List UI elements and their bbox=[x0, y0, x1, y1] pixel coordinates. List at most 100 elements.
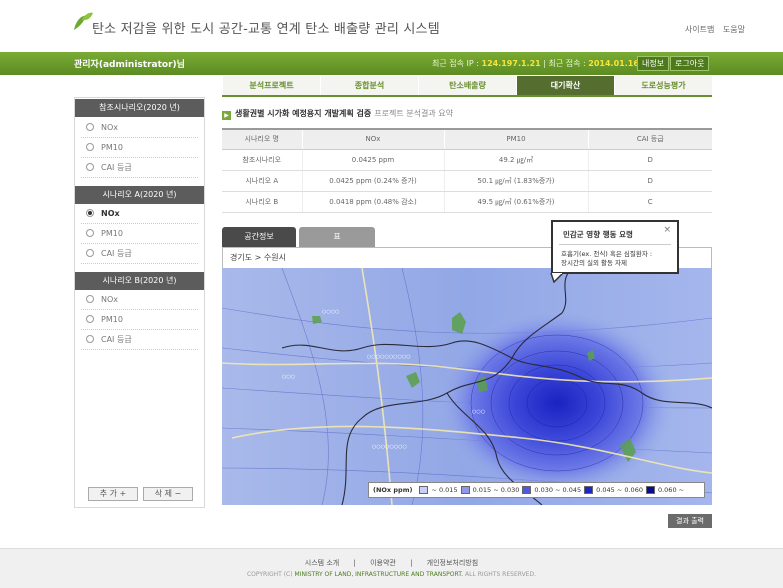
popup-title: 민감군 영향 행동 요령 bbox=[563, 230, 633, 239]
option-a-pm10[interactable]: PM10 bbox=[81, 224, 198, 244]
option-label: NOx bbox=[101, 123, 119, 132]
tab-road-performance[interactable]: 도로성능평가 bbox=[614, 76, 712, 95]
popup-body-line: 장시간의 실외 활동 자제 bbox=[561, 259, 627, 267]
radio-icon[interactable] bbox=[86, 143, 94, 151]
leaf-logo-icon bbox=[74, 12, 93, 30]
close-icon[interactable]: × bbox=[663, 225, 671, 235]
radio-icon[interactable] bbox=[86, 229, 94, 237]
tab-spatial-info[interactable]: 공간정보 bbox=[222, 227, 296, 247]
radio-icon[interactable] bbox=[86, 315, 94, 323]
table-cell: 49.5 ㎍/㎥ (0.61%증가) bbox=[443, 191, 588, 213]
copyright-suffix: ALL RIGHTS RESERVED. bbox=[465, 571, 537, 578]
column-header: NOx bbox=[301, 128, 444, 150]
radio-icon[interactable] bbox=[86, 163, 94, 171]
sitemap-link[interactable]: 사이트맵 bbox=[685, 25, 714, 34]
legend-label: ~ 0.015 bbox=[431, 486, 458, 494]
table-cell: 0.0425 ppm (0.24% 증가) bbox=[301, 170, 444, 192]
legend-swatch bbox=[419, 486, 429, 494]
arrow-right-icon: ▶ bbox=[222, 111, 231, 120]
option-ref-nox[interactable]: NOx bbox=[81, 118, 198, 138]
ip-label: 최근 접속 IP : bbox=[432, 59, 479, 68]
group-b-title: 시나리오 B(2020 년) bbox=[75, 272, 204, 290]
svg-text:○○○○○○○○○○: ○○○○○○○○○○ bbox=[367, 354, 411, 360]
option-b-pm10[interactable]: PM10 bbox=[81, 310, 198, 330]
dispersion-map[interactable]: ○○○○ ○○○○○○○○○○ ○○○ ○○○○○○○○ ○○○ bbox=[222, 268, 712, 505]
my-info-button[interactable]: 내정보 bbox=[637, 56, 670, 71]
column-header: 시나리오 명 bbox=[222, 128, 302, 150]
print-result-button[interactable]: 결과 출력 bbox=[668, 514, 712, 528]
tab-air-dispersion[interactable]: 대기확산 bbox=[516, 76, 614, 95]
help-link[interactable]: 도움말 bbox=[723, 25, 745, 34]
add-scenario-button[interactable]: 추 가 + bbox=[88, 487, 138, 501]
table-cell: D bbox=[587, 149, 712, 171]
tab-table-view[interactable]: 표 bbox=[299, 227, 375, 247]
tab-carbon-emission[interactable]: 탄소배출량 bbox=[418, 76, 516, 95]
option-b-cai[interactable]: CAI 등급 bbox=[81, 330, 198, 350]
column-header: CAI 등급 bbox=[587, 128, 712, 150]
date-label: | 최근 접속 : bbox=[543, 59, 586, 68]
logout-button[interactable]: 로그아웃 bbox=[670, 56, 710, 71]
option-label: PM10 bbox=[101, 315, 123, 324]
column-header: PM10 bbox=[443, 128, 588, 150]
tab-underline bbox=[222, 95, 712, 97]
section-title: ▶ 생활권별 시가화 예정용지 개발계획 검증 프로젝트 분석결과 요약 bbox=[222, 108, 453, 120]
delete-scenario-button[interactable]: 삭 제 − bbox=[143, 487, 193, 501]
login-info: 최근 접속 IP : 124.197.1.21 | 최근 접속 : 2014.0… bbox=[432, 58, 639, 69]
table-cell: 50.1 ㎍/㎥ (1.83%증가) bbox=[443, 170, 588, 192]
table-row: 시나리오 A 0.0425 ppm (0.24% 증가) 50.1 ㎍/㎥ (1… bbox=[222, 170, 712, 192]
option-a-nox[interactable]: NOx bbox=[81, 204, 198, 224]
copyright-prefix: COPYRIGHT (C) bbox=[246, 571, 293, 578]
radio-icon[interactable] bbox=[86, 123, 94, 131]
svg-text:○○○: ○○○ bbox=[472, 409, 485, 415]
radio-icon[interactable] bbox=[86, 335, 94, 343]
tab-project[interactable]: 분석프로젝트 bbox=[222, 76, 320, 95]
table-row: 참조시나리오 0.0425 ppm 49.2 ㎍/㎥ D bbox=[222, 149, 712, 171]
map-legend: (NOx ppm) ~ 0.015 0.015 ~ 0.030 0.030 ~ … bbox=[368, 482, 705, 498]
footer-link-terms[interactable]: 이용약관 bbox=[370, 559, 396, 567]
radio-icon[interactable] bbox=[86, 249, 94, 257]
user-bar: 관리자(administrator)님 최근 접속 IP : 124.197.1… bbox=[0, 52, 783, 75]
option-ref-pm10[interactable]: PM10 bbox=[81, 138, 198, 158]
popup-pointer-icon bbox=[550, 273, 564, 283]
radio-icon[interactable] bbox=[86, 295, 94, 303]
option-label: CAI 등급 bbox=[101, 335, 132, 344]
user-name: 관리자(administrator)님 bbox=[74, 60, 185, 70]
legend-label: 0.015 ~ 0.030 bbox=[472, 486, 520, 494]
legend-swatch bbox=[522, 486, 532, 494]
svg-text:○○○○○○○○: ○○○○○○○○ bbox=[372, 444, 407, 450]
table-cell: 0.0425 ppm bbox=[301, 149, 444, 171]
option-ref-cai[interactable]: CAI 등급 bbox=[81, 158, 198, 178]
option-a-cai[interactable]: CAI 등급 bbox=[81, 244, 198, 264]
footer bbox=[0, 548, 783, 588]
table-header-row: 시나리오 명 NOx PM10 CAI 등급 bbox=[222, 128, 712, 150]
option-label: CAI 등급 bbox=[101, 163, 132, 172]
ip-value: 124.197.1.21 bbox=[481, 59, 541, 68]
top-links: 사이트맵 도움말 bbox=[679, 24, 745, 35]
breadcrumb: 경기도 > 수원시 bbox=[230, 253, 286, 262]
option-label: PM10 bbox=[101, 229, 123, 238]
option-b-nox[interactable]: NOx bbox=[81, 290, 198, 310]
radio-selected-icon[interactable] bbox=[86, 209, 94, 217]
svg-text:○○○○: ○○○○ bbox=[322, 309, 339, 315]
footer-link-privacy[interactable]: 개인정보처리방침 bbox=[427, 559, 479, 567]
legend-swatch bbox=[645, 486, 655, 494]
table-row: 시나리오 B 0.0418 ppm (0.48% 감소) 49.5 ㎍/㎥ (0… bbox=[222, 191, 712, 213]
popup-body: 호흡기(ex. 천식) 혹은 심질환자 : 장시간의 실외 활동 자제 bbox=[561, 250, 652, 268]
legend-label: 0.030 ~ 0.045 bbox=[534, 486, 582, 494]
scenario-result-table: 시나리오 명 NOx PM10 CAI 등급 참조시나리오 0.0425 ppm… bbox=[222, 128, 712, 213]
legend-label: 0.045 ~ 0.060 bbox=[596, 486, 643, 494]
header: 탄소 저감을 위한 도시 공간-교통 연계 탄소 배출량 관리 시스템 사이트맵… bbox=[0, 0, 783, 52]
option-label: NOx bbox=[101, 209, 120, 218]
popup-divider bbox=[559, 244, 671, 245]
copyright: COPYRIGHT (C) MINISTRY OF LAND, INFRASTR… bbox=[0, 571, 783, 578]
table-cell: 0.0418 ppm (0.48% 감소) bbox=[301, 191, 444, 213]
footer-link-about[interactable]: 시스템 소개 bbox=[305, 559, 339, 567]
table-cell: 시나리오 A bbox=[222, 170, 302, 192]
table-cell: C bbox=[587, 191, 712, 213]
footer-separator: | bbox=[353, 559, 356, 567]
legend-swatch bbox=[460, 486, 470, 494]
tab-overall-analysis[interactable]: 종합분석 bbox=[320, 76, 418, 95]
table-cell: 49.2 ㎍/㎥ bbox=[443, 149, 588, 171]
legend-swatch bbox=[584, 486, 594, 494]
site-title: 탄소 저감을 위한 도시 공간-교통 연계 탄소 배출량 관리 시스템 bbox=[92, 22, 440, 37]
